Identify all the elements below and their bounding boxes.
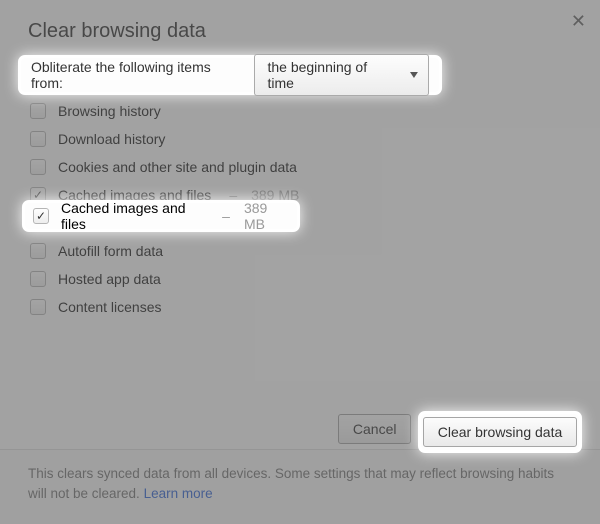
item-label: Browsing history: [58, 103, 161, 119]
item-label: Hosted app data: [58, 271, 161, 287]
learn-more-link[interactable]: Learn more: [144, 486, 213, 501]
item-download-history[interactable]: Download history: [30, 131, 572, 147]
checkbox-unchecked[interactable]: [30, 243, 46, 259]
dialog-footer: This clears synced data from all devices…: [0, 449, 600, 524]
item-content-licenses[interactable]: Content licenses: [30, 299, 572, 315]
checkbox-unchecked[interactable]: [30, 103, 46, 119]
highlight-clear-button: Clear browsing data: [418, 411, 582, 453]
time-range-selected: the beginning of time: [267, 59, 396, 91]
item-size: 389 MB: [244, 200, 289, 232]
footer-text: This clears synced data from all devices…: [28, 466, 554, 501]
checkbox-unchecked[interactable]: [30, 159, 46, 175]
checkbox-checked[interactable]: [33, 208, 49, 224]
checkbox-unchecked[interactable]: [30, 131, 46, 147]
item-hosted-app-data[interactable]: Hosted app data: [30, 271, 572, 287]
close-icon[interactable]: ✕: [571, 12, 586, 30]
item-label: Cookies and other site and plugin data: [58, 159, 297, 175]
highlight-time-range: Obliterate the following items from: the…: [18, 55, 442, 95]
dash: –: [222, 208, 230, 224]
checkbox-unchecked[interactable]: [30, 299, 46, 315]
checkbox-unchecked[interactable]: [30, 271, 46, 287]
item-label: Cached images and files: [61, 200, 204, 232]
time-range-dropdown[interactable]: the beginning of time: [254, 54, 429, 96]
dialog-title: Clear browsing data: [28, 20, 572, 43]
highlight-cached-images: Cached images and files – 389 MB: [22, 200, 300, 232]
item-browsing-history[interactable]: Browsing history: [30, 103, 572, 119]
item-label: Download history: [58, 131, 165, 147]
clear-button[interactable]: Clear browsing data: [423, 417, 578, 447]
item-label: Content licenses: [58, 299, 162, 315]
item-label: Autofill form data: [58, 243, 163, 259]
item-cookies[interactable]: Cookies and other site and plugin data: [30, 159, 572, 175]
time-range-label: Obliterate the following items from:: [31, 59, 244, 91]
chevron-down-icon: [410, 72, 418, 78]
cancel-button[interactable]: Cancel: [338, 414, 412, 444]
item-autofill[interactable]: Autofill form data: [30, 243, 572, 259]
